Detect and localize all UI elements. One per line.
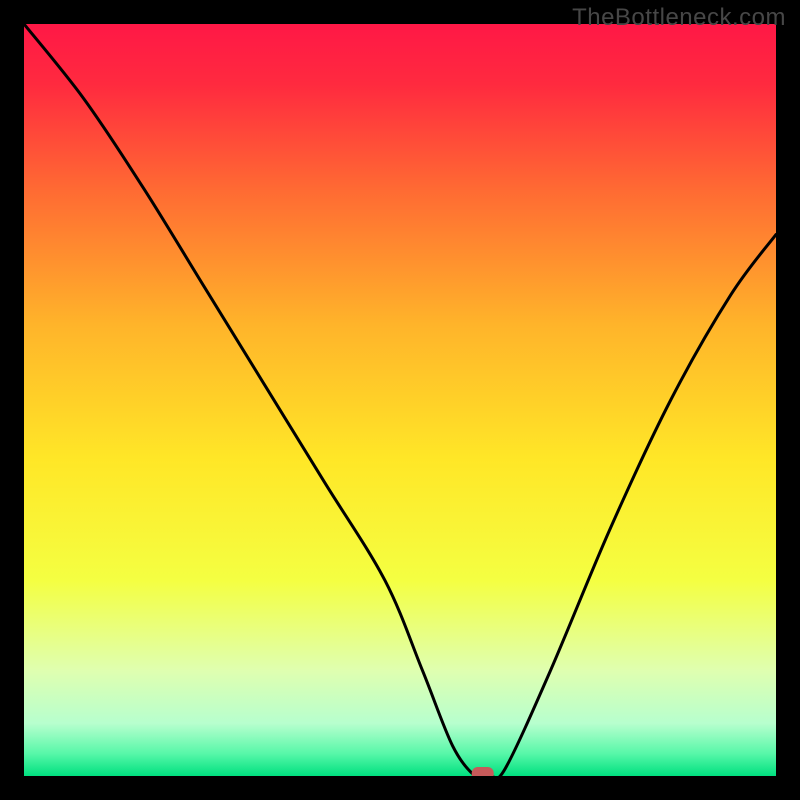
plot-area [24,24,776,776]
watermark-label: TheBottleneck.com [572,4,786,32]
gradient-background [24,24,776,776]
chart-frame: TheBottleneck.com [0,0,800,800]
minimum-marker [472,767,494,776]
bottleneck-chart [24,24,776,776]
